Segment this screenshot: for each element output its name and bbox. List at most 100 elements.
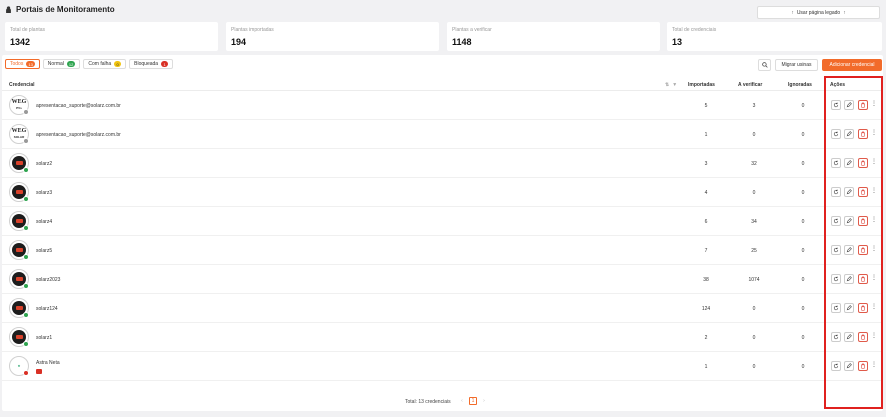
refresh-button[interactable] — [831, 216, 841, 226]
delete-button[interactable] — [858, 245, 868, 255]
table-row[interactable]: solarz5 7 25 0 ⋮ — [2, 236, 883, 265]
page-button-current[interactable]: 1 — [469, 397, 477, 405]
imported-count: 1 — [704, 132, 708, 138]
status-indicator — [23, 196, 29, 202]
astra-logo: ✺ — [17, 364, 21, 368]
edit-button[interactable] — [844, 332, 854, 342]
count-badge: 1 — [161, 61, 169, 67]
kebab-icon[interactable]: ⋮ — [871, 130, 877, 136]
kebab-icon[interactable]: ⋮ — [871, 188, 877, 194]
refresh-button[interactable] — [831, 303, 841, 313]
kebab-icon[interactable]: ⋮ — [871, 217, 877, 223]
kebab-icon[interactable]: ⋮ — [871, 333, 877, 339]
refresh-button[interactable] — [831, 245, 841, 255]
credential-name[interactable]: solarz2 — [36, 161, 52, 167]
sort-icon[interactable]: ⇅ — [665, 82, 669, 88]
tab-failed[interactable]: Com falha 0 — [83, 59, 127, 69]
edit-icon — [846, 363, 852, 369]
kebab-icon[interactable]: ⋮ — [871, 362, 877, 368]
delete-button[interactable] — [858, 100, 868, 110]
delete-button[interactable] — [858, 158, 868, 168]
delete-button[interactable] — [858, 216, 868, 226]
credential-name[interactable]: solarz124 — [36, 306, 58, 312]
table-row[interactable]: WEG SOLAR apresentacao_suporte@solarz.com.… — [2, 120, 883, 149]
table-row[interactable]: solarz124 124 0 0 ⋮ — [2, 294, 883, 323]
credential-name[interactable]: apresentacao_suporte@solarz.com.br — [36, 132, 121, 138]
to-verify-count: 0 — [752, 132, 756, 138]
tab-normal[interactable]: Normal 12 — [42, 59, 81, 69]
status-indicator — [23, 109, 29, 115]
ignored-count: 0 — [801, 277, 805, 283]
edit-button[interactable] — [844, 245, 854, 255]
table-row[interactable]: solarz4 6 34 0 ⋮ — [2, 207, 883, 236]
column-imported[interactable]: Importadas — [688, 82, 715, 88]
imported-count: 38 — [703, 277, 709, 283]
refresh-button[interactable] — [831, 187, 841, 197]
status-indicator — [23, 254, 29, 260]
refresh-icon — [833, 305, 839, 311]
refresh-button[interactable] — [831, 361, 841, 371]
kebab-icon[interactable]: ⋮ — [871, 246, 877, 252]
stat-value: 13 — [672, 37, 683, 47]
refresh-icon — [833, 102, 839, 108]
table-row[interactable]: solarz2 3 32 0 ⋮ — [2, 149, 883, 178]
to-verify-count: 0 — [752, 190, 756, 196]
credential-name[interactable]: apresentacao_suporte@solarz.com.br — [36, 103, 121, 109]
migrate-plants-button[interactable]: Migrar usinas — [775, 59, 818, 71]
credential-name[interactable]: solarz5 — [36, 248, 52, 254]
column-actions: Ações — [830, 82, 846, 88]
edit-button[interactable] — [844, 129, 854, 139]
edit-button[interactable] — [844, 274, 854, 284]
delete-button[interactable] — [858, 129, 868, 139]
credential-name[interactable]: solarz4 — [36, 219, 52, 225]
kebab-icon[interactable]: ⋮ — [871, 304, 877, 310]
credential-name[interactable]: solarz2023 — [36, 277, 60, 283]
filter-icon[interactable]: ▼ — [672, 82, 677, 88]
trash-icon — [861, 334, 865, 340]
refresh-button[interactable] — [831, 129, 841, 139]
refresh-button[interactable] — [831, 274, 841, 284]
tab-blocked[interactable]: Bloqueada 1 — [129, 59, 174, 69]
pagination: ‹ 1 › — [458, 397, 488, 405]
add-credential-button[interactable]: Adicionar credencial — [822, 59, 882, 71]
credential-name[interactable]: solarz3 — [36, 190, 52, 196]
edit-button[interactable] — [844, 216, 854, 226]
prev-page-button[interactable]: ‹ — [458, 397, 466, 405]
kebab-icon[interactable]: ⋮ — [871, 159, 877, 165]
search-button[interactable] — [758, 59, 771, 71]
ignored-count: 0 — [801, 335, 805, 341]
legacy-page-button[interactable]: ↑ Usar página legado ↑ — [757, 6, 880, 19]
edit-button[interactable] — [844, 187, 854, 197]
column-ignored[interactable]: Ignoradas — [788, 82, 812, 88]
kebab-icon[interactable]: ⋮ — [871, 275, 877, 281]
delete-button[interactable] — [858, 187, 868, 197]
column-to-verify[interactable]: A verificar — [738, 82, 762, 88]
delete-button[interactable] — [858, 332, 868, 342]
delete-button[interactable] — [858, 361, 868, 371]
kebab-icon[interactable]: ⋮ — [871, 101, 877, 107]
delete-button[interactable] — [858, 274, 868, 284]
refresh-button[interactable] — [831, 158, 841, 168]
imported-count: 7 — [704, 248, 708, 254]
edit-button[interactable] — [844, 100, 854, 110]
refresh-button[interactable] — [831, 332, 841, 342]
stat-label: Plantas importadas — [231, 27, 274, 33]
column-credential[interactable]: Credencial — [9, 82, 35, 88]
credential-name[interactable]: Astra Neta — [36, 360, 60, 366]
refresh-button[interactable] — [831, 100, 841, 110]
table-row[interactable]: solarz3 4 0 0 ⋮ — [2, 178, 883, 207]
trash-icon — [861, 276, 865, 282]
refresh-icon — [833, 218, 839, 224]
table-row[interactable]: solarz1 2 0 0 ⋮ — [2, 323, 883, 352]
delete-button[interactable] — [858, 303, 868, 313]
next-page-button[interactable]: › — [480, 397, 488, 405]
table-row[interactable]: solarz2023 38 1074 0 ⋮ — [2, 265, 883, 294]
tab-all[interactable]: Todos 13 — [5, 59, 40, 69]
edit-button[interactable] — [844, 303, 854, 313]
table-row[interactable]: WEG PVs apresentacao_suporte@solarz.com.br… — [2, 91, 883, 120]
trash-icon — [861, 363, 865, 369]
edit-button[interactable] — [844, 158, 854, 168]
credential-name[interactable]: solarz1 — [36, 335, 52, 341]
edit-button[interactable] — [844, 361, 854, 371]
table-row[interactable]: ✺ Astra Neta 1 0 0 ⋮ — [2, 352, 883, 381]
